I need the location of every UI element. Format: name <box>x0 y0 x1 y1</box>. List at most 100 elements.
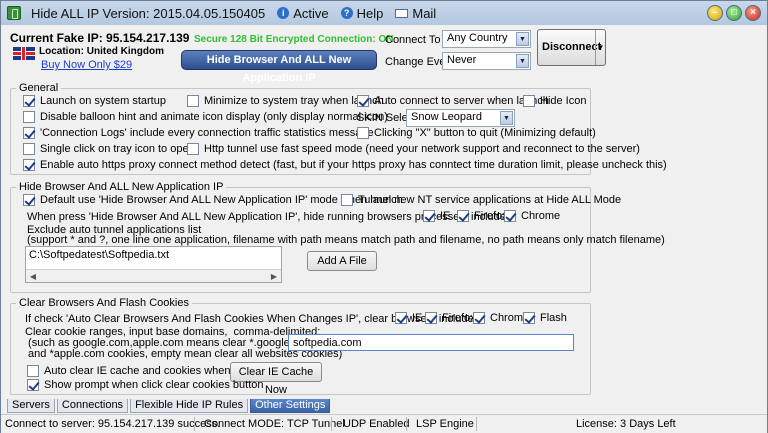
cookie-domains-input[interactable]: softpedia.com <box>288 334 574 351</box>
connect-to-select[interactable]: Any Country ▼ <box>442 30 531 48</box>
disconnect-button[interactable]: Disconnect ▼ <box>537 29 606 66</box>
hide-firefox-checkbox[interactable]: Firefox <box>457 210 508 222</box>
location-label: Location: United Kingdom <box>39 46 164 57</box>
change-every-value: Never <box>447 54 477 66</box>
checkbox-unchecked <box>341 194 353 206</box>
clear-firefox-checkbox[interactable]: Firefox <box>425 312 476 324</box>
chevron-down-icon: ▼ <box>500 111 513 125</box>
close-button[interactable]: × <box>745 5 761 21</box>
checkbox-checked <box>423 210 435 222</box>
checkbox-checked <box>23 194 35 206</box>
auto-connect-checkbox[interactable]: Auto connect to server when launch <box>357 95 549 107</box>
clear-ie-checkbox[interactable]: IE <box>395 312 422 324</box>
checkbox-checked <box>27 379 39 391</box>
info-icon: i <box>277 7 290 19</box>
checkbox-unchecked <box>23 143 35 155</box>
auto-clear-ie-checkbox[interactable]: Auto clear IE cache and cookies when qui… <box>27 365 251 377</box>
checkbox-label: Chrome <box>521 210 561 222</box>
checkbox-checked <box>23 159 35 171</box>
active-link[interactable]: i Active <box>277 5 329 21</box>
checkbox-label: Launch on system startup <box>40 95 166 107</box>
launch-startup-checkbox[interactable]: Launch on system startup <box>23 95 166 107</box>
exclude-applications-list[interactable]: C:\Softpedatest\Softpedia.txt ◀ ▶ <box>25 246 282 283</box>
status-separator <box>331 417 332 431</box>
minimize-tray-checkbox[interactable]: Minimize to system tray when launch <box>187 95 384 107</box>
checkbox-label: Show prompt when click clear cookies but… <box>44 379 264 391</box>
connect-to-label: Connect To <box>385 34 441 46</box>
checkbox-label: IE <box>412 312 423 324</box>
minimize-button[interactable]: – <box>707 5 723 21</box>
disconnect-label: Disconnect <box>542 41 602 53</box>
checkbox-unchecked <box>187 143 199 155</box>
checkbox-checked <box>23 95 35 107</box>
active-label: Active <box>293 5 329 21</box>
checkbox-unchecked <box>523 95 535 107</box>
checkbox-label: Tunnel new NT service applications at Hi… <box>358 194 622 206</box>
checkbox-unchecked <box>27 365 39 377</box>
chevron-down-icon: ▼ <box>516 32 529 46</box>
tab-other-settings[interactable]: Other Settings <box>250 399 331 413</box>
hide-icon-checkbox[interactable]: Hide Icon <box>523 95 586 107</box>
maximize-button[interactable]: □ <box>726 5 742 21</box>
scroll-left-icon[interactable]: ◀ <box>27 271 39 282</box>
tunnel-nt-checkbox[interactable]: Tunnel new NT service applications at Hi… <box>341 194 621 206</box>
window-controls: – □ × <box>707 5 761 21</box>
list-item[interactable]: C:\Softpedatest\Softpedia.txt <box>26 247 281 263</box>
connection-logs-checkbox[interactable]: 'Connection Logs' include every connecti… <box>23 127 374 139</box>
clicking-x-checkbox[interactable]: Clicking "X" button to quit (Minimizing … <box>357 127 596 139</box>
app-window: Hide ALL IP Version: 2015.04.05.150405 i… <box>0 0 768 433</box>
exclude-list-hint: (support * and ?, one line one applicati… <box>27 234 665 246</box>
status-separator <box>476 417 477 431</box>
http-tunnel-checkbox[interactable]: Http tunnel use fast speed mode (need yo… <box>187 143 640 155</box>
checkbox-label: Firefox <box>474 210 508 222</box>
disable-balloon-checkbox[interactable]: Disable balloon hint and animate icon di… <box>23 111 388 123</box>
checkbox-checked <box>504 210 516 222</box>
mail-icon <box>395 8 409 18</box>
checkbox-unchecked <box>187 95 199 107</box>
current-fake-ip: Current Fake IP: 95.154.217.139 <box>10 31 190 45</box>
clear-flash-checkbox[interactable]: Flash <box>523 312 567 324</box>
status-lsp: LSP Engine <box>416 418 474 430</box>
single-click-checkbox[interactable]: Single click on tray icon to open <box>23 143 195 155</box>
hide-browser-button[interactable]: Hide Browser And ALL New Application IP <box>181 50 377 84</box>
help-link[interactable]: ? Help <box>340 6 383 21</box>
uk-flag-icon <box>13 47 35 60</box>
dropdown-arrow-icon[interactable]: ▼ <box>595 30 605 65</box>
mail-link[interactable]: Mail <box>395 6 436 21</box>
https-proxy-checkbox[interactable]: Enable auto https proxy connect method d… <box>23 159 667 171</box>
app-logo-icon <box>7 6 21 20</box>
connect-to-value: Any Country <box>447 32 508 44</box>
skin-select[interactable]: Snow Leopard ▼ <box>406 109 515 127</box>
checkbox-unchecked <box>23 111 35 123</box>
skin-value: Snow Leopard <box>411 111 482 123</box>
hide-ie-checkbox[interactable]: IE <box>423 210 450 222</box>
status-license: License: 3 Days Left <box>576 418 676 430</box>
hide-browser-group-title: Hide Browser And ALL New Application IP <box>16 181 227 193</box>
tab-flexible-hide-ip-rules[interactable]: Flexible Hide IP Rules <box>130 399 249 413</box>
status-connected: Connect to server: 95.154.217.139 succes… <box>5 418 221 430</box>
add-file-button[interactable]: Add A File <box>307 251 377 271</box>
tab-connections[interactable]: Connections <box>56 399 129 413</box>
checkbox-label: Enable auto https proxy connect method d… <box>40 159 667 171</box>
status-mode: Connect MODE: TCP Tunnel <box>204 418 345 430</box>
mail-label: Mail <box>412 5 437 21</box>
scroll-right-icon[interactable]: ▶ <box>268 271 280 282</box>
checkbox-checked <box>357 95 369 107</box>
show-prompt-checkbox[interactable]: Show prompt when click clear cookies but… <box>27 379 264 391</box>
buy-now-link[interactable]: Buy Now Only $29 <box>41 59 132 71</box>
general-group-title: General <box>16 82 62 94</box>
checkbox-checked <box>473 312 485 324</box>
checkbox-unchecked <box>357 127 369 139</box>
title-bar: Hide ALL IP Version: 2015.04.05.150405 i… <box>1 1 767 25</box>
horizontal-scrollbar[interactable]: ◀ ▶ <box>26 269 281 282</box>
chevron-down-icon: ▼ <box>516 54 529 68</box>
hide-chrome-checkbox[interactable]: Chrome <box>504 210 560 222</box>
status-udp: UDP Enabled <box>343 418 410 430</box>
change-every-select[interactable]: Never ▼ <box>442 52 531 70</box>
tab-servers[interactable]: Servers <box>7 399 55 413</box>
checkbox-checked <box>23 127 35 139</box>
clear-chrome-checkbox[interactable]: Chrome <box>473 312 529 324</box>
checkbox-label: Disable balloon hint and animate icon di… <box>40 111 388 123</box>
checkbox-label: Single click on tray icon to open <box>40 143 195 155</box>
status-separator <box>194 417 195 431</box>
